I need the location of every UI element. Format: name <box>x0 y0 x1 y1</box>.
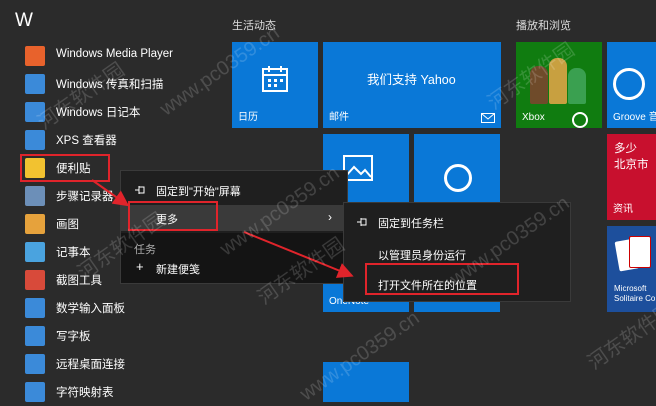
arrow-1 <box>91 179 130 207</box>
arrow-2 <box>243 231 354 278</box>
annotation-arrows <box>91 179 354 278</box>
